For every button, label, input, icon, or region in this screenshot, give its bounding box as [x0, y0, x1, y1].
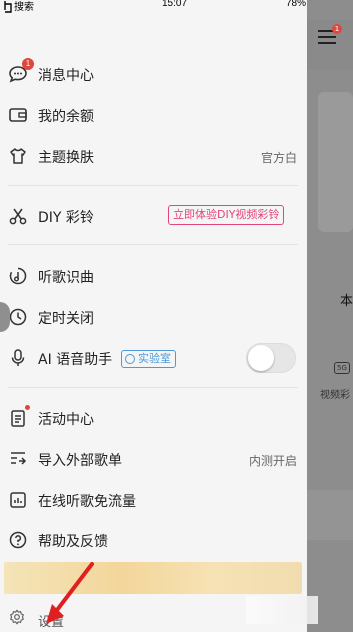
theme-current-value: 官方白 — [260, 151, 297, 165]
ai-assistant-toggle[interactable] — [246, 343, 296, 373]
help-icon — [9, 531, 27, 549]
background-card — [318, 92, 353, 232]
divider — [8, 244, 298, 245]
menu-label-free-flow: 在线听歌免流量 — [38, 494, 136, 510]
menu-label-timer: 定时关闭 — [38, 311, 94, 327]
menu-label-diy: DIY 彩铃 — [38, 210, 94, 226]
annotation-arrow — [46, 562, 94, 624]
diy-video-ringtone-tag[interactable]: 立即体验DIY视频彩铃 — [168, 205, 285, 225]
activity-doc-icon — [11, 410, 25, 427]
gear-icon — [10, 609, 24, 625]
menu-label-balance: 我的余额 — [38, 109, 94, 125]
clock-icon — [9, 308, 27, 326]
menu-item-import-playlist[interactable]: 导入外部歌单 内测开启 — [0, 439, 307, 479]
menu-item-free-flow[interactable]: 在线听歌免流量 — [0, 480, 307, 520]
message-count-badge: 1 — [22, 58, 34, 70]
status-time: 15:07 — [162, 0, 188, 9]
menu-item-ai-assistant[interactable]: AI 语音助手 实验室 — [0, 338, 307, 378]
blurred-area — [246, 596, 318, 624]
menu-item-messages[interactable]: 1 消息中心 — [0, 54, 307, 94]
background-video-label: 视频彩 — [320, 390, 350, 401]
menu-item-diy-ringtone[interactable]: DIY 彩铃 立即体验DIY视频彩铃 — [0, 196, 307, 236]
lab-tag-text: 实验室 — [138, 352, 171, 365]
lab-icon — [125, 354, 135, 364]
lab-tag: 实验室 — [121, 350, 176, 368]
music-recognize-icon — [9, 267, 27, 285]
5g-icon: 5G — [334, 362, 350, 374]
status-battery: 78% — [286, 0, 307, 9]
divider — [8, 387, 298, 388]
menu-label-theme: 主题换肤 — [38, 150, 94, 166]
background-header — [300, 20, 353, 70]
activity-new-dot — [25, 405, 30, 410]
background-text: 本 — [340, 294, 353, 309]
toggle-knob — [248, 345, 274, 371]
import-list-icon — [11, 452, 27, 465]
menu-label-help: 帮助及反馈 — [38, 534, 108, 550]
status-back-to-search[interactable]: 搜索 — [14, 0, 34, 13]
background-badge: 1 — [332, 24, 342, 34]
menu-item-recognize[interactable]: 听歌识曲 — [0, 256, 307, 296]
menu-label-messages: 消息中心 — [38, 68, 94, 84]
menu-item-activity[interactable]: 活动中心 — [0, 398, 307, 438]
mouse-cursor-icon — [4, 1, 12, 13]
menu-label-import: 导入外部歌单 — [38, 453, 122, 469]
menu-item-theme[interactable]: 主题换肤 官方白 — [0, 136, 307, 176]
menu-label-recognize: 听歌识曲 — [38, 270, 94, 286]
scissors-icon — [9, 208, 27, 225]
menu-label-activity: 活动中心 — [38, 412, 94, 428]
side-drawer: 1 消息中心 我的余额 主题换肤 官方白 DIY 彩铃 立即体验DIY视频彩铃 … — [0, 0, 307, 632]
import-status-value: 内测开启 — [248, 454, 297, 468]
microphone-icon — [11, 349, 25, 366]
menu-item-balance[interactable]: 我的余额 — [0, 95, 307, 135]
menu-label-ai-assistant: AI 语音助手 — [38, 352, 113, 368]
divider — [8, 185, 298, 186]
status-bar: 搜索 15:07 78% — [0, 0, 353, 13]
data-flow-icon — [10, 492, 26, 508]
tshirt-icon — [10, 148, 26, 164]
wallet-icon — [9, 108, 27, 122]
menu-item-help[interactable]: 帮助及反馈 — [0, 520, 307, 560]
menu-item-timer[interactable]: 定时关闭 — [0, 297, 307, 337]
background-band — [300, 490, 353, 540]
